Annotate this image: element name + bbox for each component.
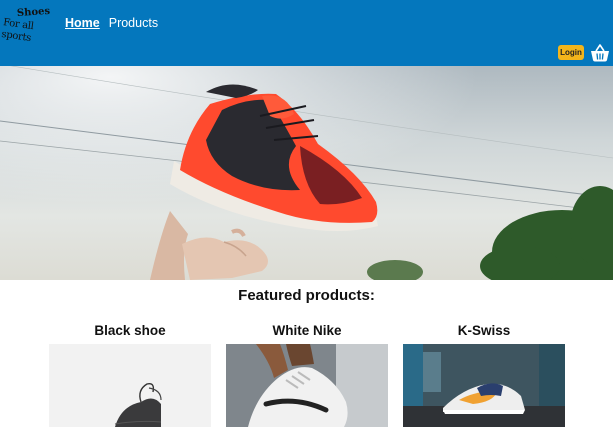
login-button[interactable]: Login: [558, 45, 584, 60]
product-title-k-swiss[interactable]: K-Swiss: [403, 323, 565, 338]
product-image-black-shoe[interactable]: [49, 344, 211, 427]
hero-banner: [0, 66, 613, 280]
logo-line-1: Shoes: [16, 5, 51, 20]
product-title-black-shoe[interactable]: Black shoe: [49, 323, 211, 338]
product-image-k-swiss[interactable]: [403, 344, 565, 427]
shop-logo[interactable]: Shoes For all sports: [0, 0, 60, 44]
nav-link-home[interactable]: Home: [65, 15, 100, 31]
logo-line-2: For all sports: [0, 17, 35, 44]
main-nav: Home Products: [65, 15, 158, 31]
hero-sneaker-image: [0, 66, 613, 280]
product-title-white-nike[interactable]: White Nike: [226, 323, 388, 338]
top-navigation-bar: Shoes For all sports Home Products Login: [0, 0, 613, 66]
featured-products-heading: Featured products:: [238, 287, 375, 304]
basket-icon[interactable]: [590, 43, 610, 63]
product-image-white-nike[interactable]: [226, 344, 388, 427]
nav-link-products[interactable]: Products: [109, 15, 158, 31]
